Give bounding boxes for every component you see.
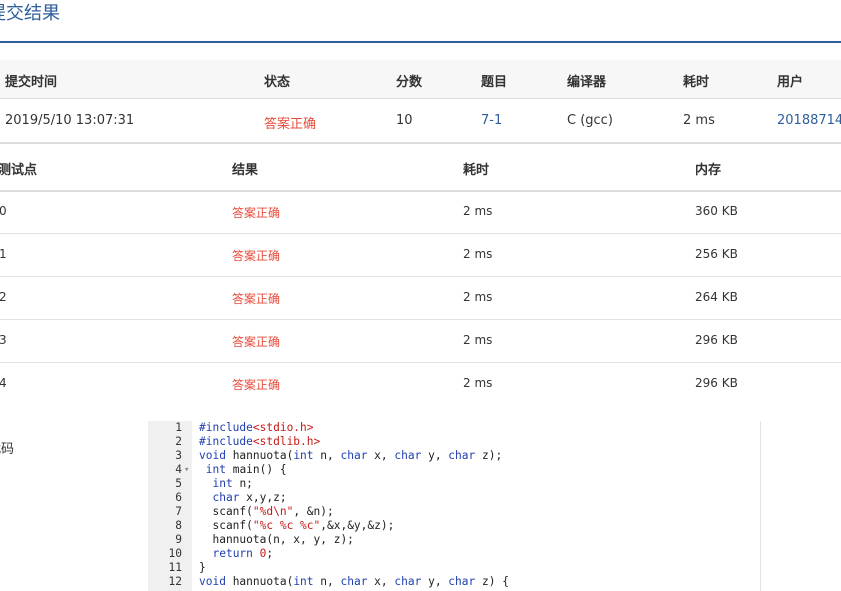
- line-number: 1: [175, 421, 182, 434]
- problem-link[interactable]: 7-1: [481, 113, 502, 128]
- line-number: 6: [175, 491, 182, 504]
- code-text: int main() {: [205, 463, 287, 476]
- testcase-time: 2 ms: [463, 290, 493, 304]
- code-text: void hannuota(int n, char x, char y, cha…: [199, 575, 509, 588]
- submission-table-header: 提交时间 状态 分数 题目 编译器 耗时 用户: [0, 60, 841, 99]
- line-number: 4: [175, 463, 182, 476]
- submission-row: 2019/5/10 13:07:31 答案正确 10 7-1 C (gcc) 2…: [0, 99, 841, 144]
- line-number: 9: [175, 533, 182, 546]
- code-text: hannuota(n, x, y, z);: [199, 533, 354, 546]
- line-number: 10: [168, 547, 182, 560]
- testcase-memory: 360 KB: [695, 204, 738, 218]
- user-link[interactable]: 20188714: [777, 113, 841, 128]
- score-value: 10: [396, 113, 413, 128]
- code-text: char x,y,z;: [212, 491, 287, 504]
- header-status: 状态: [264, 75, 291, 90]
- code-line: 2 #include<stdlib.h>: [148, 435, 760, 449]
- code-line: 6 char x,y,z;: [148, 491, 760, 505]
- line-number: 12: [168, 575, 182, 588]
- line-number: 2: [175, 435, 182, 448]
- fold-toggle-icon[interactable]: ▾: [184, 463, 189, 477]
- table-row: 1 答案正确 2 ms 256 KB: [0, 234, 841, 277]
- testcase-memory: 296 KB: [695, 376, 738, 390]
- compiler-value: C (gcc): [567, 113, 613, 128]
- code-line: 3 void hannuota(int n, char x, char y, ch…: [148, 449, 760, 463]
- testcase-result: 答案正确: [232, 249, 281, 263]
- code-text: }: [199, 561, 206, 574]
- code-text: return 0;: [212, 547, 274, 560]
- header-result: 结果: [232, 163, 259, 178]
- line-number: 3: [175, 449, 182, 462]
- table-row: 0 答案正确 2 ms 360 KB: [0, 191, 841, 234]
- testcase-time: 2 ms: [463, 247, 493, 261]
- testcase-id: 3: [0, 333, 7, 347]
- testcase-memory: 256 KB: [695, 247, 738, 261]
- testcase-id: 4: [0, 376, 7, 390]
- code-text: void hannuota(int n, char x, char y, cha…: [199, 449, 503, 462]
- table-row: 3 答案正确 2 ms 296 KB: [0, 320, 841, 363]
- header-duration: 耗时: [683, 75, 710, 90]
- code-text: #include<stdlib.h>: [199, 435, 321, 448]
- code-text: scanf("%c %c %c",&x,&y,&z);: [199, 519, 395, 532]
- duration-value: 2 ms: [683, 113, 715, 128]
- testcase-memory: 296 KB: [695, 333, 738, 347]
- title-divider: [0, 41, 841, 43]
- testcase-id: 1: [0, 247, 7, 261]
- testcase-memory: 264 KB: [695, 290, 738, 304]
- code-text: int n;: [212, 477, 253, 490]
- testcase-result: 答案正确: [232, 378, 281, 392]
- code-line: 5 int n;: [148, 477, 760, 491]
- submit-time: 2019/5/10 13:07:31: [5, 113, 135, 128]
- testcase-table-header: 测试点 结果 耗时 内存: [0, 144, 841, 192]
- line-number: 11: [168, 561, 182, 574]
- testcase-result: 答案正确: [232, 335, 281, 349]
- line-number: 7: [175, 505, 182, 518]
- testcase-time: 2 ms: [463, 333, 493, 347]
- testcase-time: 2 ms: [463, 376, 493, 390]
- code-line: 1 #include<stdio.h>: [148, 421, 760, 435]
- testcase-result: 答案正确: [232, 206, 281, 220]
- code-line: 4 ▾ int main() {: [148, 463, 760, 477]
- testcase-id: 2: [0, 290, 7, 304]
- code-line: 11}: [148, 561, 760, 575]
- line-number: 5: [175, 477, 182, 490]
- testcase-id: 0: [0, 204, 7, 218]
- code-line: 8 scanf("%c %c %c",&x,&y,&z);: [148, 519, 760, 533]
- header-score: 分数: [396, 75, 423, 90]
- code-text: #include<stdio.h>: [199, 421, 314, 434]
- header-user: 用户: [777, 75, 804, 90]
- code-line: 12 void hannuota(int n, char x, char y, c…: [148, 575, 760, 589]
- page-title: 提交结果: [0, 3, 60, 24]
- code-section-label: 代码: [0, 442, 15, 457]
- header-testcase: 测试点: [0, 163, 38, 178]
- code-line: 7 scanf("%d\n", &n);: [148, 505, 760, 519]
- line-number: 8: [175, 519, 182, 532]
- code-line: 9 hannuota(n, x, y, z);: [148, 533, 760, 547]
- table-row: 4 答案正确 2 ms 296 KB: [0, 363, 841, 405]
- header-submit-time: 提交时间: [5, 75, 58, 90]
- code-editor[interactable]: 1 #include<stdio.h> 2 #include<stdlib.h> 3 vo…: [148, 421, 761, 591]
- testcase-result: 答案正确: [232, 292, 281, 306]
- header-compiler: 编译器: [567, 75, 607, 90]
- header-memory: 内存: [695, 163, 722, 178]
- table-row: 2 答案正确 2 ms 264 KB: [0, 277, 841, 320]
- header-problem: 题目: [481, 75, 508, 90]
- status-badge: 答案正确: [264, 117, 317, 132]
- testcase-time: 2 ms: [463, 204, 493, 218]
- header-time: 耗时: [463, 163, 490, 178]
- code-line: 10 return 0;: [148, 547, 760, 561]
- code-text: scanf("%d\n", &n);: [199, 505, 334, 518]
